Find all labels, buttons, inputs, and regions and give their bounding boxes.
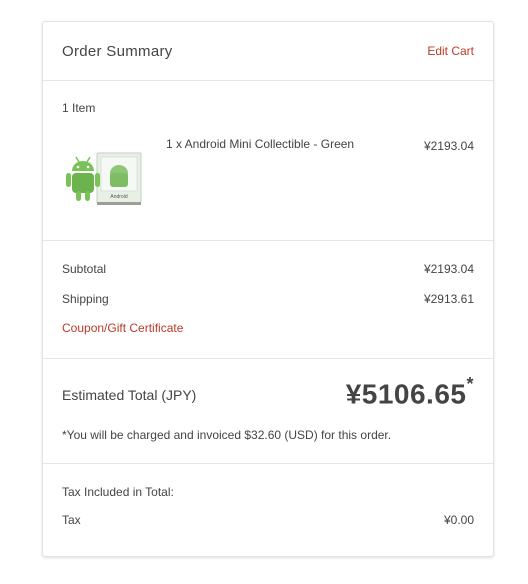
estimated-total-label: Estimated Total (JPY) xyxy=(62,387,197,403)
tax-section: Tax Included in Total: Tax ¥0.00 xyxy=(43,464,493,556)
totals-section: Subtotal ¥2193.04 Shipping ¥2913.61 Coup… xyxy=(43,241,493,359)
subtotal-row: Subtotal ¥2193.04 xyxy=(62,262,474,276)
estimated-total-value: ¥5106.65 xyxy=(345,378,467,410)
currency-note: *You will be charged and invoiced $32.60… xyxy=(62,428,392,442)
tax-included-label: Tax Included in Total: xyxy=(62,485,174,499)
shipping-label: Shipping xyxy=(62,292,109,306)
estimated-total-section: Estimated Total (JPY) ¥5106.65* *You wil… xyxy=(43,359,493,464)
shipping-row: Shipping ¥2913.61 xyxy=(62,292,474,306)
tax-included-row: Tax Included in Total: xyxy=(62,485,474,499)
box-label: Android xyxy=(110,194,127,200)
tax-value: ¥0.00 xyxy=(443,513,474,527)
tax-label: Tax xyxy=(62,513,81,527)
edit-cart-link[interactable]: Edit Cart xyxy=(427,44,474,58)
asterisk-marker: * xyxy=(466,374,474,394)
order-summary-card: Order Summary Edit Cart 1 Item Android 1… xyxy=(42,21,494,557)
product-price: ¥2193.04 xyxy=(423,139,474,153)
tax-row: Tax ¥0.00 xyxy=(62,513,474,527)
item-count: 1 Item xyxy=(62,101,96,115)
cart-items-section: 1 Item Android 1 x Android Mini Collecti… xyxy=(43,81,493,241)
product-name[interactable]: 1 x Android Mini Collectible - Green xyxy=(166,137,354,151)
estimated-total-amount: ¥5106.65* xyxy=(345,374,474,410)
subtotal-label: Subtotal xyxy=(62,262,107,276)
order-summary-title: Order Summary xyxy=(62,42,173,60)
coupon-gift-certificate-link[interactable]: Coupon/Gift Certificate xyxy=(62,321,183,335)
coupon-row: Coupon/Gift Certificate xyxy=(62,321,474,335)
subtotal-value: ¥2193.04 xyxy=(423,262,474,276)
order-summary-header: Order Summary Edit Cart xyxy=(43,22,493,81)
shipping-value: ¥2913.61 xyxy=(423,292,474,306)
android-figure-icon: Android xyxy=(66,152,142,205)
